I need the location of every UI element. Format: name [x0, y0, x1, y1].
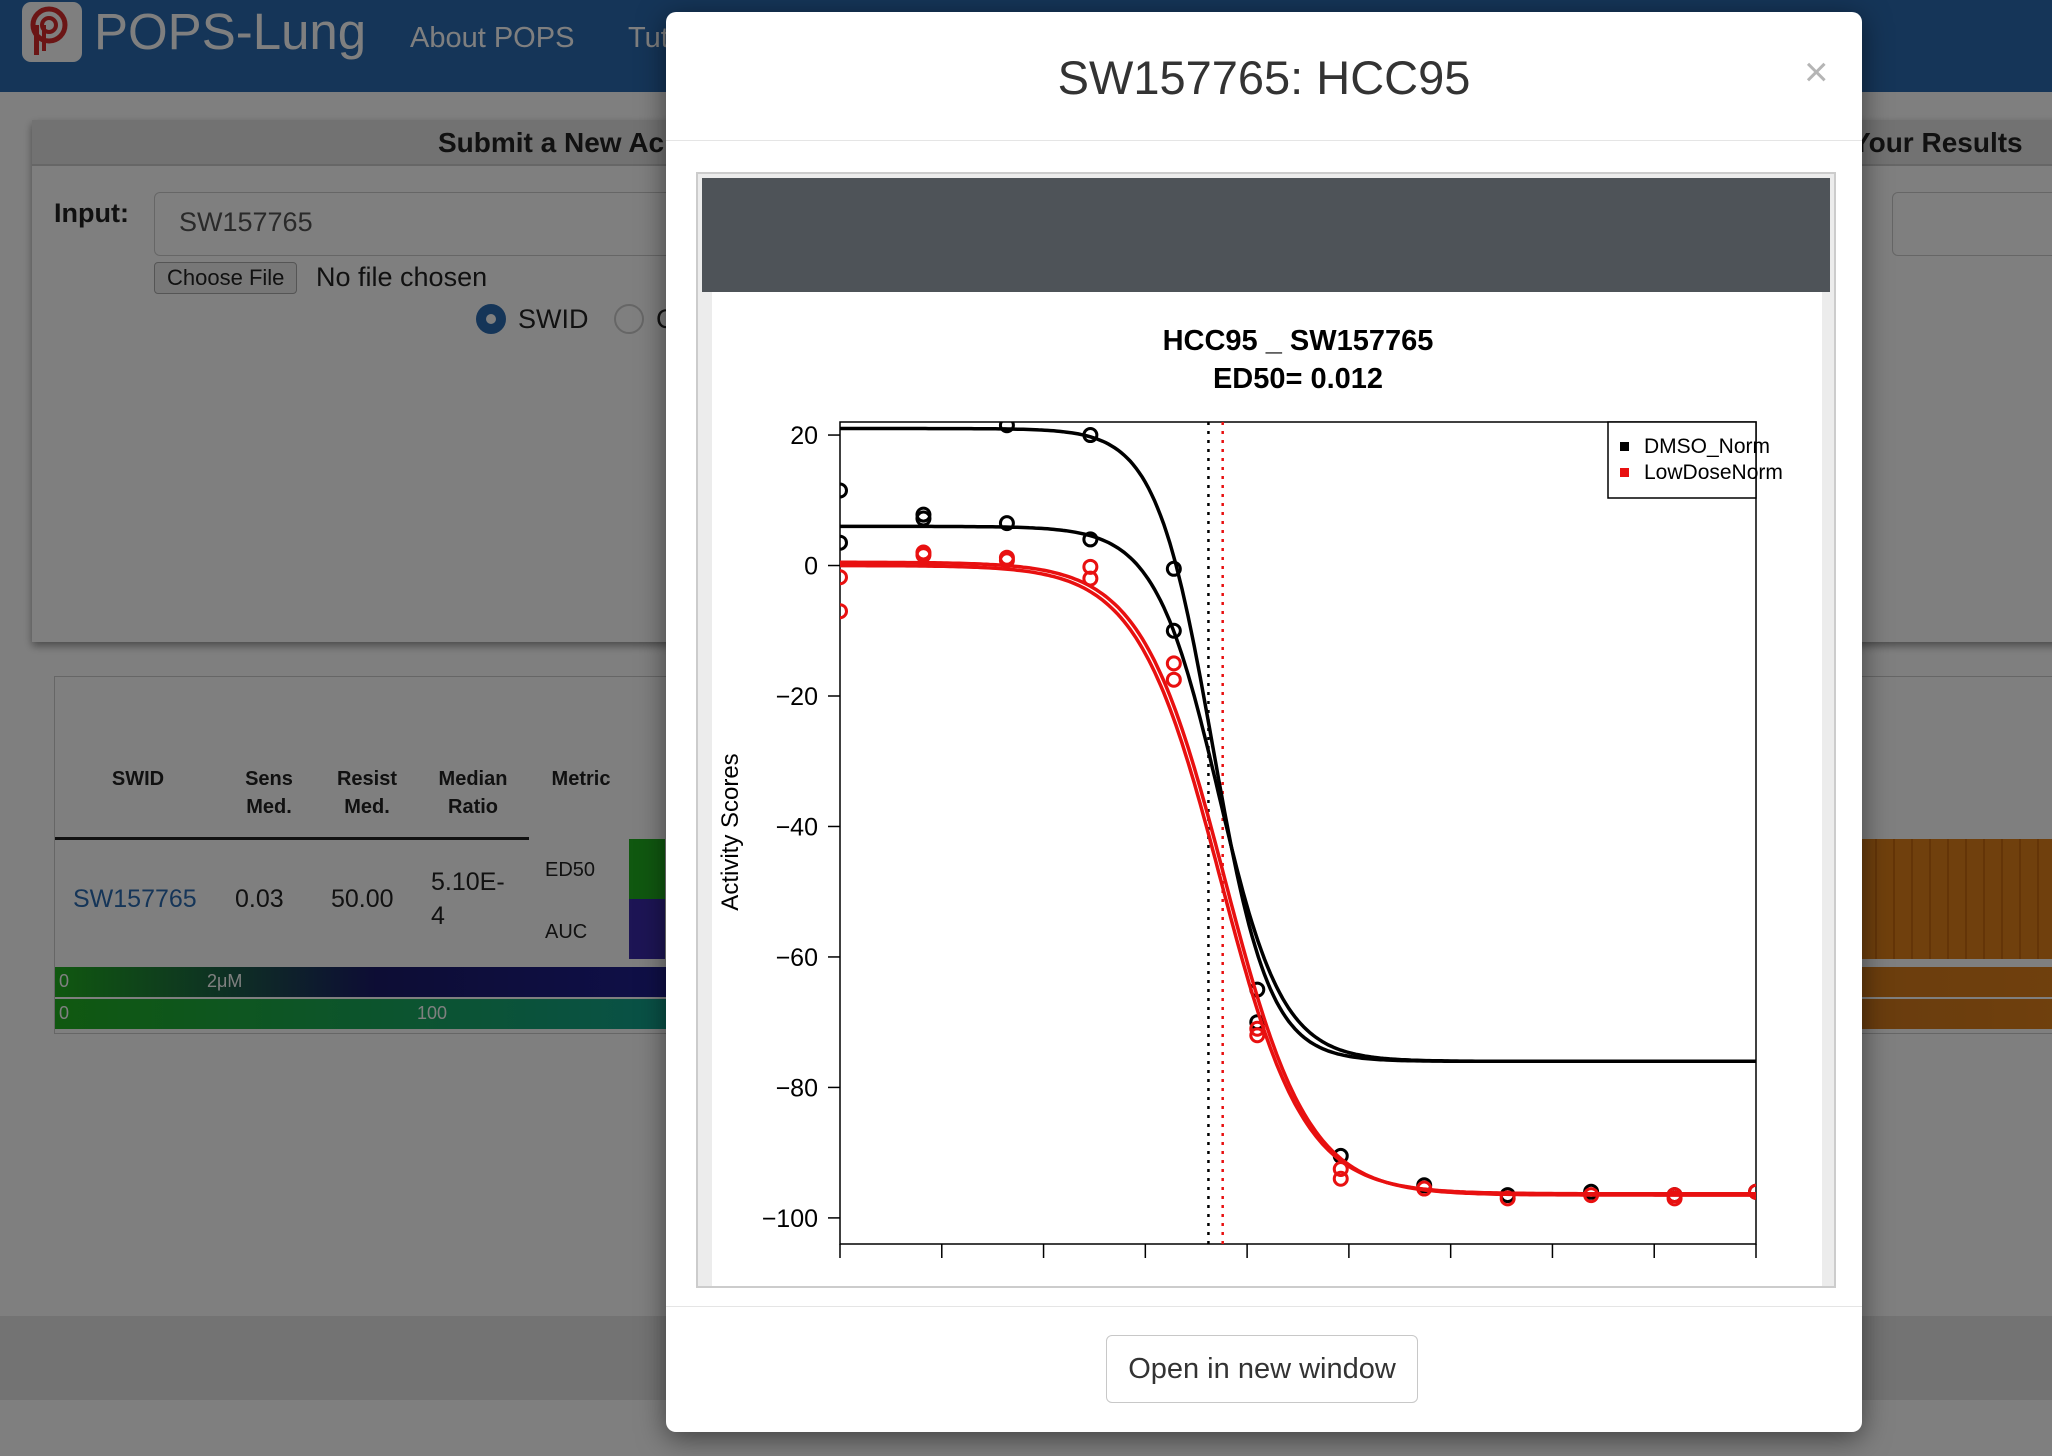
data-point [1165, 671, 1182, 688]
chart-frame-toolbar [702, 178, 1830, 292]
y-tick-label: −40 [776, 813, 818, 841]
modal-title: SW157765: HCC95 [1057, 51, 1471, 104]
y-tick-label: −20 [776, 683, 818, 711]
y-axis-label: Activity Scores [717, 753, 744, 910]
data-point [1165, 655, 1182, 672]
y-tick-label: −100 [762, 1205, 818, 1233]
chart-title: HCC95 _ SW157765 [1163, 325, 1434, 357]
legend-swatch [1620, 442, 1629, 451]
plot-box [839, 421, 1757, 1245]
open-new-window-button[interactable]: Open in new window [1106, 1335, 1418, 1403]
y-tick-label: 20 [790, 422, 818, 450]
legend-label: DMSO_Norm [1644, 435, 1770, 458]
chart-subtitle: ED50= 0.012 [1213, 363, 1383, 395]
legend-swatch [1620, 468, 1629, 477]
y-tick-label: 0 [804, 553, 818, 581]
fit-curve [840, 524, 1756, 1064]
fit-curve [840, 560, 1756, 1197]
modal-footer-divider [666, 1306, 1862, 1307]
chart-image: HCC95 _ SW157765 ED50= 0.012 Activity Sc… [712, 292, 1822, 1286]
chart-frame: HCC95 _ SW157765 ED50= 0.012 Activity Sc… [696, 172, 1836, 1288]
legend-label: LowDoseNorm [1644, 461, 1783, 484]
close-icon[interactable]: × [1804, 48, 1829, 96]
chart-modal: SW157765: HCC95 × HCC95 _ SW157765 ED50=… [666, 12, 1862, 1432]
dose-response-chart: HCC95 _ SW157765 ED50= 0.012 Activity Sc… [717, 325, 1783, 1258]
y-tick-label: −60 [776, 944, 818, 972]
fit-curve [840, 426, 1756, 1064]
legend-box [1607, 421, 1757, 499]
modal-header-divider [666, 140, 1862, 141]
y-tick-label: −80 [776, 1074, 818, 1102]
